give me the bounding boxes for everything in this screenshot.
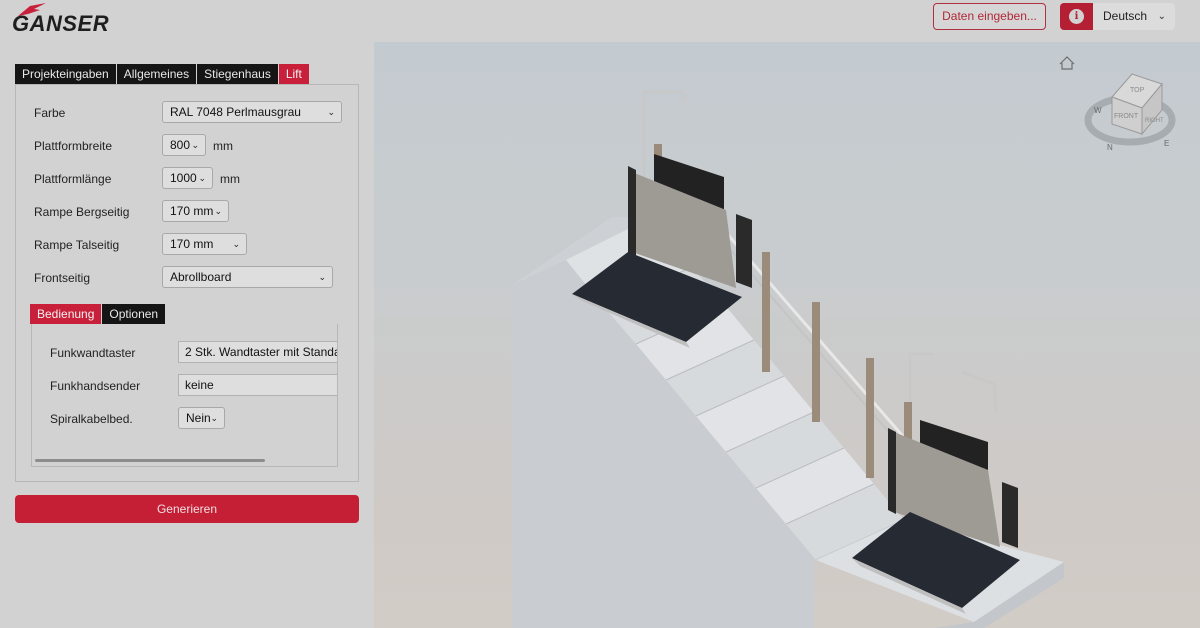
info-button[interactable]: i <box>1060 3 1093 30</box>
rampe-berg-select[interactable]: 170 mm ⌄ <box>162 200 229 222</box>
compass-west-label: W <box>1094 106 1102 115</box>
tab-allgemeines[interactable]: Allgemeines <box>116 64 198 84</box>
rampe-tal-select[interactable]: 170 mm ⌄ <box>162 233 247 255</box>
home-icon[interactable] <box>1059 56 1075 70</box>
tab-bedienung[interactable]: Bedienung <box>30 304 103 324</box>
funkwandtaster-input[interactable]: 2 Stk. Wandtaster mit Standard <box>178 341 337 363</box>
chevron-down-icon: ⌄ <box>232 239 240 249</box>
plattformlaenge-unit: mm <box>220 172 240 186</box>
rampe-tal-label: Rampe Talseitig <box>34 238 120 252</box>
spiralkabel-value: Nein <box>186 411 211 425</box>
stairlift-model-render: TOP FRONT RIGHT W N E <box>512 56 1176 628</box>
spiralkabel-select[interactable]: Nein ⌄ <box>178 407 225 429</box>
farbe-label: Farbe <box>34 106 66 120</box>
language-select[interactable]: Deutsch ⌄ <box>1093 3 1175 30</box>
tab-stiegenhaus[interactable]: Stiegenhaus <box>197 64 279 84</box>
plattformbreite-value: 800 <box>170 138 191 152</box>
spiralkabel-label: Spiralkabelbed. <box>50 412 133 426</box>
chevron-down-icon: ⌄ <box>210 413 218 423</box>
plattformbreite-label: Plattformbreite <box>34 139 113 153</box>
farbe-select[interactable]: RAL 7048 Perlmausgrau ⌄ <box>162 101 342 123</box>
language-value: Deutsch <box>1103 9 1148 23</box>
plattformlaenge-value: 1000 <box>170 171 197 185</box>
plattformlaenge-select[interactable]: 1000 ⌄ <box>162 167 213 189</box>
info-icon: i <box>1069 9 1084 24</box>
funkwandtaster-label: Funkwandtaster <box>50 346 136 360</box>
viewcube-right-label: RIGHT <box>1145 118 1164 124</box>
frontseitig-select[interactable]: Abrollboard ⌄ <box>162 266 333 288</box>
rampe-berg-label: Rampe Bergseitig <box>34 205 130 219</box>
plattformbreite-unit: mm <box>213 139 233 153</box>
tab-lift[interactable]: Lift <box>278 64 310 84</box>
viewcube-front-label: FRONT <box>1114 113 1139 120</box>
chevron-down-icon: ⌄ <box>214 206 222 216</box>
plattformlaenge-label: Plattformlänge <box>34 172 112 186</box>
frontseitig-label: Frontseitig <box>34 271 91 285</box>
enter-data-button[interactable]: Daten eingeben... <box>933 3 1046 30</box>
view-cube[interactable]: TOP FRONT RIGHT W N E <box>1084 73 1176 152</box>
chevron-down-icon: ⌄ <box>318 272 326 282</box>
chevron-down-icon: ⌄ <box>1157 11 1166 22</box>
app-header: GANSER Daten eingeben... i Deutsch ⌄ <box>0 0 1200 42</box>
brand-name: GANSER <box>12 11 110 36</box>
funkhandsender-label: Funkhandsender <box>50 379 141 393</box>
3d-viewer[interactable]: TOP FRONT RIGHT W N E <box>374 42 1200 628</box>
tab-optionen[interactable]: Optionen <box>102 304 167 324</box>
compass-east-label: E <box>1164 139 1169 148</box>
horizontal-scrollbar[interactable] <box>35 459 265 462</box>
farbe-value: RAL 7048 Perlmausgrau <box>170 105 301 119</box>
ganser-logo[interactable]: GANSER <box>10 2 110 38</box>
tab-projekteingaben[interactable]: Projekteingaben <box>15 64 117 84</box>
funkhandsender-input[interactable]: keine <box>178 374 337 396</box>
main-tabs: Projekteingaben Allgemeines Stiegenhaus … <box>15 64 310 84</box>
chevron-down-icon: ⌄ <box>327 107 335 117</box>
plattformbreite-select[interactable]: 800 ⌄ <box>162 134 206 156</box>
rampe-berg-value: 170 mm <box>170 204 214 218</box>
viewcube-top-label: TOP <box>1130 87 1145 94</box>
frontseitig-value: Abrollboard <box>170 270 232 284</box>
compass-north-label: N <box>1107 143 1113 152</box>
sub-tabs: Bedienung Optionen <box>30 304 167 324</box>
chevron-down-icon: ⌄ <box>198 173 206 183</box>
chevron-down-icon: ⌄ <box>191 140 199 150</box>
rampe-tal-value: 170 mm <box>170 237 214 251</box>
generate-button[interactable]: Generieren <box>15 495 359 523</box>
bedienung-panel: Funkwandtaster 2 Stk. Wandtaster mit Sta… <box>31 324 338 467</box>
